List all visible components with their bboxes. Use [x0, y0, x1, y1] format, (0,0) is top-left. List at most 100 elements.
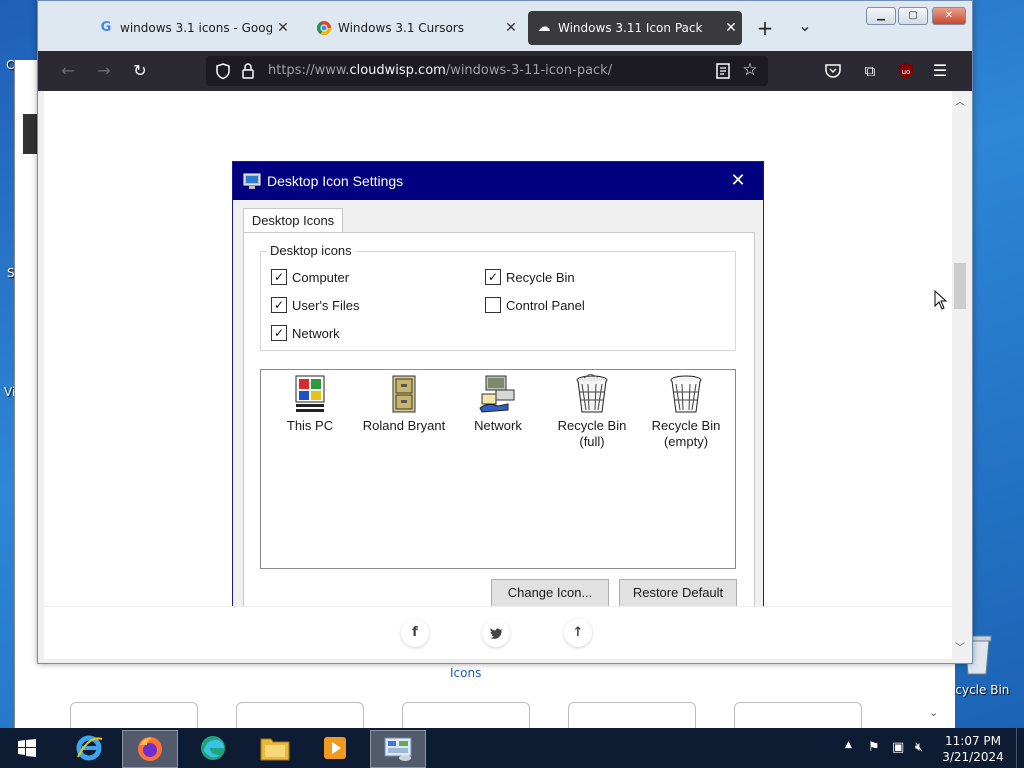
checkbox-label: User's Files: [292, 297, 360, 313]
file-cabinet-icon: [392, 375, 416, 413]
restore-default-button[interactable]: Restore Default: [619, 579, 737, 607]
checkbox-label: Network: [292, 325, 340, 341]
icon-list-view[interactable]: This PC Roland Bryant Network Recycle Bi…: [260, 369, 736, 569]
network-computer-icon: [479, 375, 515, 413]
bookmark-star-icon[interactable]: ☆: [740, 60, 760, 80]
action-center-flag-icon[interactable]: ⚑: [868, 740, 880, 755]
checkbox-label: Computer: [292, 269, 350, 285]
minimize-window-button[interactable]: ▁: [866, 7, 896, 25]
display-settings-icon: [243, 172, 261, 190]
media-player-icon[interactable]: [308, 730, 362, 766]
internet-explorer-icon[interactable]: [62, 730, 116, 766]
ublock-origin-icon[interactable]: uo: [897, 62, 915, 80]
checkbox-checked-icon[interactable]: ✓: [271, 269, 287, 285]
control-panel-icon[interactable]: [370, 730, 426, 768]
checkbox-control-panel[interactable]: Control Panel: [485, 297, 585, 313]
scrollbar-thumb[interactable]: [954, 263, 966, 309]
scroll-up-chevron-icon[interactable]: ︿: [955, 93, 965, 108]
close-window-button[interactable]: ✕: [932, 7, 966, 25]
desktop-icon-label-recycle-bin[interactable]: ecycle Bin: [948, 683, 1009, 697]
windows-logo-icon: [295, 375, 325, 412]
icon-label: Roland Bryant: [362, 418, 446, 433]
icon-label-line1: Recycle Bin: [557, 418, 627, 433]
system-clock[interactable]: 11:07 PM 3/21/2024: [938, 733, 1008, 765]
cloud-icon: ☁: [537, 20, 551, 35]
twitter-icon[interactable]: [482, 619, 510, 647]
close-tab-icon[interactable]: ✕: [272, 20, 294, 36]
background-scroll-down-icon[interactable]: ⌄: [929, 706, 938, 719]
url-bar[interactable]: https://www.cloudwisp.com/windows-3-11-i…: [206, 56, 768, 86]
checkbox-recycle-bin[interactable]: ✓ Recycle Bin: [485, 269, 575, 285]
tab-title: Windows 3.1 Cursors: [338, 21, 464, 35]
dialog-title-bar[interactable]: Desktop Icon Settings ✕: [233, 162, 763, 200]
dialog-title: Desktop Icon Settings: [267, 173, 404, 189]
mouse-pointer-icon: [934, 289, 948, 310]
url-text[interactable]: https://www.cloudwisp.com/windows-3-11-i…: [268, 63, 612, 78]
icon-label: Network: [474, 418, 522, 433]
icon-label-line2: (full): [579, 434, 605, 449]
clock-time: 11:07 PM: [945, 734, 1001, 748]
maximize-window-button[interactable]: ▢: [898, 7, 928, 25]
background-icons-link[interactable]: Icons: [450, 666, 481, 680]
checkbox-checked-icon[interactable]: ✓: [485, 269, 501, 285]
chrome-logo-icon: [316, 20, 332, 36]
shield-icon[interactable]: [214, 62, 232, 80]
facebook-icon[interactable]: f: [401, 619, 429, 647]
pocket-icon[interactable]: [824, 62, 842, 80]
icon-item-network[interactable]: Network: [451, 374, 545, 434]
file-explorer-icon[interactable]: [248, 730, 302, 766]
url-path: /windows-3-11-icon-pack/: [445, 63, 613, 78]
page-scrollbar[interactable]: ︿ ﹀: [952, 91, 968, 659]
desktop-icon-settings-dialog: Desktop Icon Settings ✕ Desktop Icons De…: [232, 161, 764, 624]
checkbox-checked-icon[interactable]: ✓: [271, 325, 287, 341]
url-prefix: https://www.: [268, 63, 350, 78]
list-tabs-chevron-down-icon[interactable]: ⌄: [794, 15, 816, 37]
network-status-icon[interactable]: ▣: [892, 740, 904, 755]
scroll-down-chevron-icon[interactable]: ﹀: [955, 639, 965, 654]
extensions-puzzle-icon[interactable]: ⧉: [858, 59, 882, 83]
show-desktop-button[interactable]: [1016, 728, 1024, 768]
checkbox-users-files[interactable]: ✓ User's Files: [271, 297, 360, 313]
icon-item-recycle-bin-empty[interactable]: Recycle Bin (empty): [639, 374, 733, 450]
lock-icon[interactable]: [240, 62, 256, 80]
volume-muted-icon[interactable]: 🔇︎: [915, 740, 923, 755]
scroll-to-top-arrow-icon[interactable]: ↑: [564, 619, 592, 647]
tab-title: Windows 3.11 Icon Pack: [558, 21, 703, 35]
icon-item-roland-bryant[interactable]: Roland Bryant: [357, 374, 451, 434]
checkbox-unchecked-icon[interactable]: [485, 297, 501, 313]
firefox-icon[interactable]: [122, 730, 178, 768]
close-tab-icon[interactable]: ✕: [720, 20, 742, 36]
new-tab-button[interactable]: +: [754, 17, 776, 39]
edge-icon[interactable]: [186, 730, 240, 766]
icon-label-line2: (empty): [663, 434, 709, 449]
checkbox-computer[interactable]: ✓ Computer: [271, 269, 349, 285]
svg-text:uo: uo: [902, 68, 911, 76]
dialog-close-icon[interactable]: ✕: [727, 170, 749, 192]
start-icon[interactable]: [2, 730, 52, 766]
reload-icon[interactable]: ↻: [128, 59, 152, 83]
close-tab-icon[interactable]: ✕: [500, 20, 522, 36]
recycle-bin-full-icon: [576, 374, 608, 413]
checkbox-network[interactable]: ✓ Network: [271, 325, 340, 341]
icon-item-this-pc[interactable]: This PC: [263, 374, 357, 434]
url-domain: cloudwisp.com: [349, 63, 446, 78]
change-icon-button[interactable]: Change Icon...: [491, 579, 609, 607]
hamburger-menu-icon[interactable]: ☰: [928, 59, 952, 83]
tab-icon-pack[interactable]: ☁ Windows 3.11 Icon Pack ✕: [528, 11, 742, 45]
navigation-toolbar: ← → ↻ https://www.cloudwisp.com/windows-…: [38, 51, 972, 91]
checkbox-label: Control Panel: [506, 297, 585, 313]
tab-windows-cursors[interactable]: Windows 3.1 Cursors ✕: [308, 11, 522, 45]
checkbox-label: Recycle Bin: [506, 269, 575, 285]
clock-date: 3/21/2024: [942, 750, 1004, 764]
tab-google-search[interactable]: G windows 3.1 icons - Google Se ✕: [90, 11, 294, 45]
tab-desktop-icons[interactable]: Desktop Icons: [243, 208, 343, 233]
show-hidden-icons-chevron-up-icon[interactable]: ▲: [845, 740, 852, 750]
icon-label-line1: Recycle Bin: [651, 418, 721, 433]
forward-arrow-icon[interactable]: →: [92, 59, 116, 83]
group-label: Desktop icons: [267, 243, 355, 258]
desktop-icons-group: Desktop icons ✓ Computer ✓ Recycle Bin ✓…: [260, 243, 736, 351]
icon-item-recycle-bin-full[interactable]: Recycle Bin (full): [545, 374, 639, 450]
checkbox-checked-icon[interactable]: ✓: [271, 297, 287, 313]
reader-view-icon[interactable]: [714, 62, 732, 80]
back-arrow-icon[interactable]: ←: [56, 59, 80, 83]
